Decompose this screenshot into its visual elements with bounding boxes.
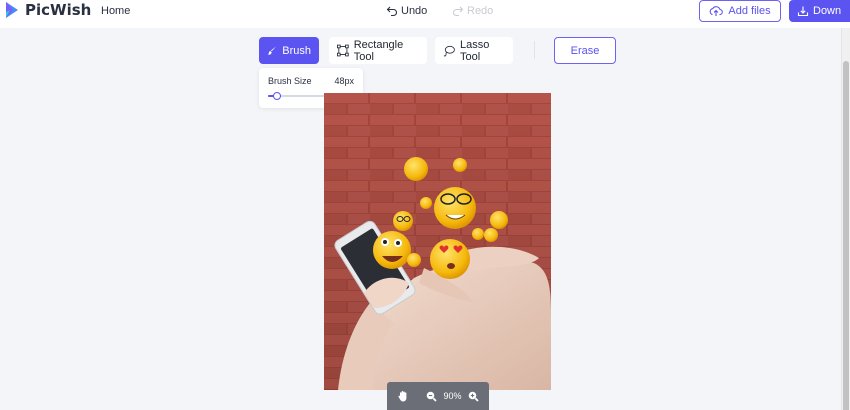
- brush-size-value: 48px: [334, 76, 354, 86]
- lasso-icon: [443, 45, 455, 56]
- page-scrollbar[interactable]: [841, 28, 850, 410]
- hand-pan-icon[interactable]: [397, 390, 409, 402]
- top-bar: PicWish Home Undo Redo Add files Down: [0, 0, 850, 28]
- toolbar-divider: [534, 41, 535, 59]
- app-name: PicWish: [25, 1, 92, 19]
- rectangle-tool-label: Rectangle Tool: [353, 38, 404, 63]
- erase-button[interactable]: Erase: [554, 37, 616, 64]
- brush-icon: [267, 46, 277, 55]
- rectangle-select-icon: [337, 44, 349, 57]
- brush-tool-button[interactable]: Brush: [259, 37, 319, 64]
- app-logo[interactable]: PicWish: [4, 1, 91, 19]
- photo-image: [324, 93, 551, 390]
- upload-icon: [710, 6, 724, 16]
- redo-label: Redo: [467, 5, 494, 17]
- undo-label: Undo: [401, 5, 428, 17]
- brush-size-slider-thumb[interactable]: [272, 92, 281, 100]
- add-files-button[interactable]: Add files: [699, 0, 781, 22]
- undo-button[interactable]: Undo: [386, 5, 427, 17]
- download-icon: [797, 6, 809, 17]
- download-label: Down: [813, 5, 842, 17]
- editing-canvas[interactable]: [324, 93, 551, 390]
- lasso-tool-label: Lasso Tool: [460, 38, 490, 63]
- redo-button[interactable]: Redo: [452, 5, 493, 17]
- undo-icon: [386, 6, 397, 17]
- zoom-level: 90%: [443, 391, 462, 401]
- nav-home-link[interactable]: Home: [101, 5, 130, 17]
- add-files-label: Add files: [728, 5, 771, 17]
- picwish-logo-icon: [6, 2, 18, 18]
- brush-size-label: Brush Size: [268, 76, 312, 86]
- zoom-control-bar: 90%: [387, 382, 489, 410]
- download-button[interactable]: Down: [789, 0, 850, 22]
- brush-tool-label: Brush: [282, 44, 311, 57]
- rectangle-tool-button[interactable]: Rectangle Tool: [329, 37, 427, 64]
- zoom-in-icon[interactable]: [468, 391, 479, 402]
- redo-icon: [453, 6, 464, 17]
- zoom-out-icon[interactable]: [426, 391, 438, 402]
- scrollbar-thumb[interactable]: [843, 61, 849, 410]
- lasso-tool-button[interactable]: Lasso Tool: [435, 37, 513, 64]
